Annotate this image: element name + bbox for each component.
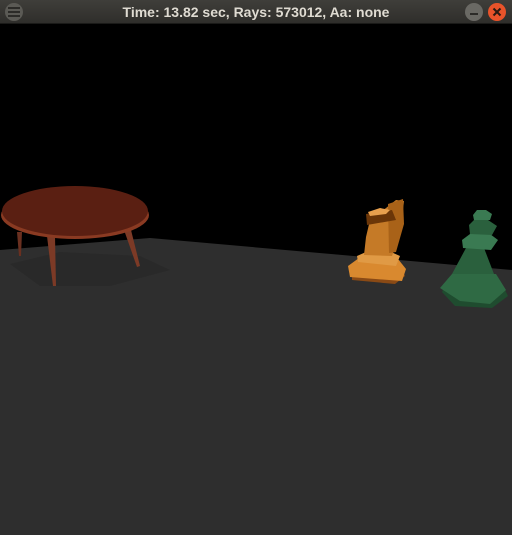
minimize-button[interactable] <box>465 3 483 21</box>
close-button[interactable] <box>488 3 506 21</box>
app-window: Time: 13.82 sec, Rays: 573012, Aa: none <box>0 0 512 535</box>
rendered-scene <box>0 24 512 535</box>
close-icon <box>492 7 502 17</box>
minimize-icon <box>470 13 478 15</box>
window-title: Time: 13.82 sec, Rays: 573012, Aa: none <box>122 4 390 20</box>
render-viewport <box>0 24 512 535</box>
table <box>1 186 149 239</box>
title-bar[interactable]: Time: 13.82 sec, Rays: 573012, Aa: none <box>0 0 512 24</box>
